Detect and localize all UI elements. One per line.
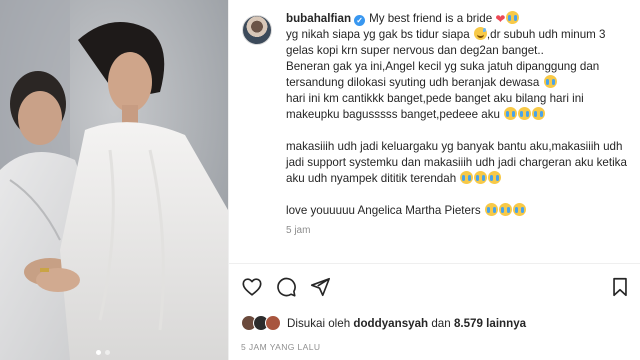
verified-badge-icon: ✓: [354, 15, 366, 26]
heart-outline-icon[interactable]: [241, 276, 265, 300]
likes-conjunction: dan: [431, 316, 451, 330]
likes-count-link[interactable]: 8.579 lainnya: [454, 317, 526, 330]
crying-face-emoji-icon: [506, 11, 520, 24]
caption-line-5: makasiiih udh jadi keluargaku yg banyak …: [286, 139, 631, 187]
crying-face-emoji-icon: [543, 75, 557, 88]
caption-line-4: hari ini km cantikkk banget,pede banget …: [286, 91, 631, 123]
liker-avatar: [265, 315, 281, 331]
crying-face-emoji-icon: [498, 203, 512, 216]
caption-text: yg nikah siapa yg gak bs tidur siapa: [286, 28, 470, 41]
caption-text: love youuuuu Angelica Martha Pieters: [286, 204, 481, 217]
caption-time-ago: 5 jam: [286, 225, 311, 236]
crying-face-emoji-icon: [484, 203, 498, 216]
comment-icon[interactable]: [275, 276, 299, 300]
crying-face-emoji-icon: [474, 171, 488, 184]
carousel-dots: [96, 350, 110, 355]
author-username[interactable]: bubahalfian: [286, 12, 351, 25]
crying-face-emoji-icon: [488, 171, 502, 184]
caption: bubahalfian ✓ My best friend is a bride ❤ …: [286, 11, 631, 239]
caption-line-3: Beneran gak ya ini,Angel kecil yg suka j…: [286, 59, 631, 91]
crying-face-emoji-icon: [460, 171, 474, 184]
post-timestamp: 5 JAM YANG LALU: [241, 342, 321, 352]
caption-line-6: love youuuuu Angelica Martha Pieters: [286, 203, 631, 219]
post-detail-panel: bubahalfian ✓ My best friend is a bride ❤ …: [228, 0, 640, 360]
action-bar: [241, 276, 633, 302]
caption-text: My best friend is a bride: [369, 12, 493, 25]
likes-prefix: Disukai oleh: [287, 316, 351, 330]
photo-illustration: [0, 0, 228, 360]
carousel-dot: [105, 350, 110, 355]
caption-text: makasiiih udh jadi keluargaku yg banyak …: [286, 140, 627, 185]
divider: [229, 263, 640, 264]
crying-face-emoji-icon: [504, 107, 518, 120]
post-photo[interactable]: [0, 0, 228, 360]
send-icon[interactable]: [309, 276, 333, 300]
caption-line-2: yg nikah siapa yg gak bs tidur siapa ,dr…: [286, 27, 631, 59]
likes-summary: Disukai oleh doddyansyah dan 8.579 lainn…: [241, 313, 526, 333]
sweat-smile-emoji-icon: [473, 27, 487, 40]
caption-area: bubahalfian ✓ My best friend is a bride ❤ …: [229, 0, 640, 262]
liker-avatars[interactable]: [241, 315, 281, 331]
red-heart-emoji-icon: ❤: [495, 12, 506, 26]
author-avatar[interactable]: [242, 15, 272, 45]
caption-line-1: bubahalfian ✓ My best friend is a bride ❤: [286, 11, 631, 27]
crying-face-emoji-icon: [532, 107, 546, 120]
crying-face-emoji-icon: [518, 107, 532, 120]
carousel-dot-active: [96, 350, 101, 355]
liker-username[interactable]: doddyansyah: [353, 317, 428, 330]
bookmark-icon[interactable]: [609, 276, 633, 300]
crying-face-emoji-icon: [512, 203, 526, 216]
